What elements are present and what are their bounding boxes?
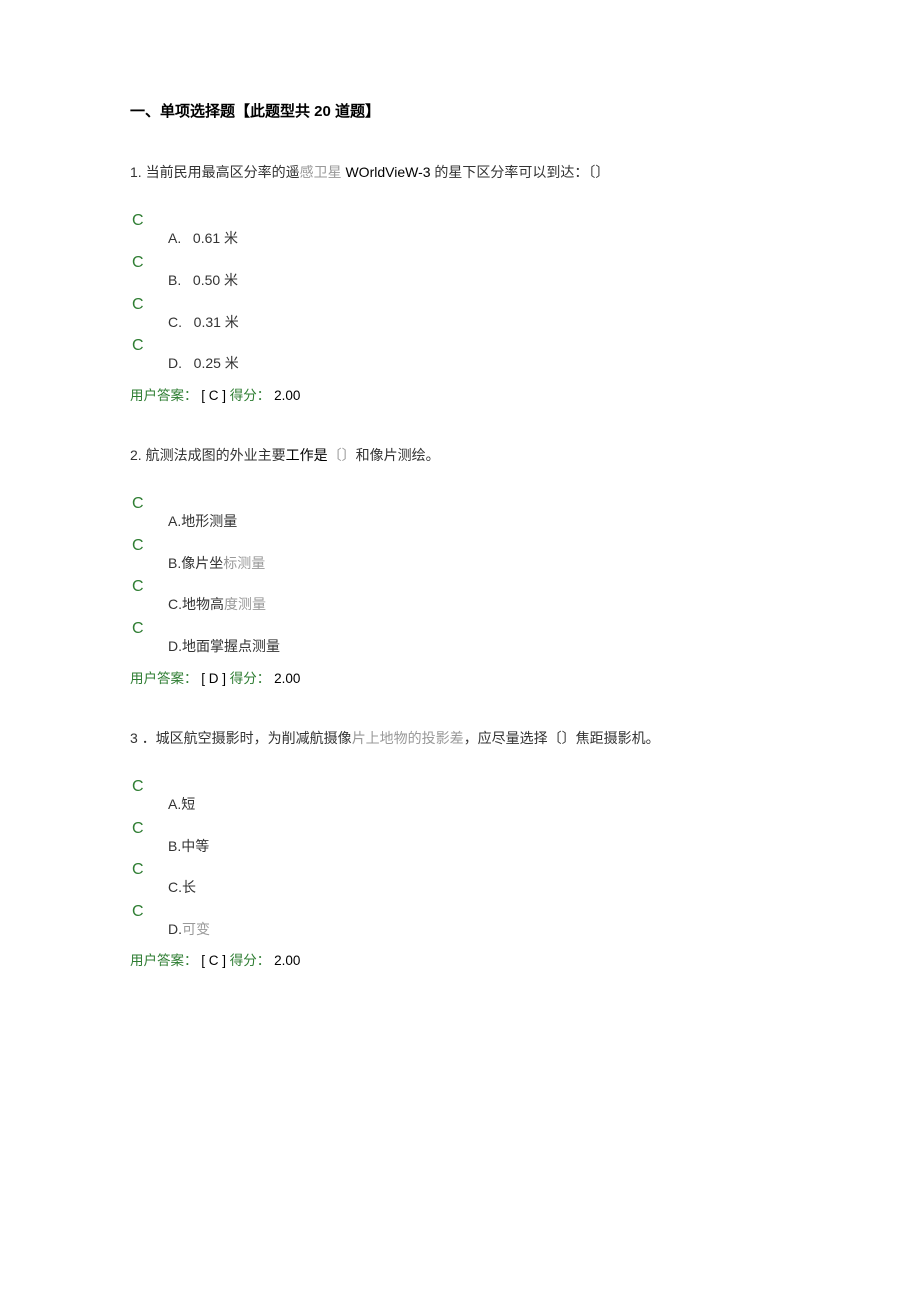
question-block: 2. 航测法成图的外业主要工作是〔〕和像片测绘。 C A.地形测量 C B.像片… bbox=[130, 444, 790, 687]
option-text: C. 0.31 米 bbox=[162, 295, 239, 333]
answer-label: 用户答案： bbox=[130, 953, 198, 968]
answer-value: [ C ] bbox=[201, 953, 226, 968]
question-number: 3 bbox=[130, 730, 138, 746]
option-text: C.长 bbox=[162, 860, 196, 898]
score-value: 2.00 bbox=[274, 388, 300, 403]
answer-value: [ D ] bbox=[201, 671, 226, 686]
stem-muted: 片上地物的投 bbox=[352, 730, 436, 746]
score-label: 得分： bbox=[230, 388, 271, 403]
stem-link: WOrldVieW-3 bbox=[342, 164, 435, 180]
radio-marker[interactable]: C bbox=[132, 577, 162, 596]
question-block: 3 ．城区航空摄影时，为削减航摄像片上地物的投影差，应尽量选择〔〕焦距摄影机。 … bbox=[130, 727, 790, 970]
radio-marker[interactable]: C bbox=[132, 494, 162, 513]
stem-text: ．城区航空摄影时，为削减航摄像 bbox=[142, 730, 352, 746]
question-stem: 1. 当前民用最高区分率的遥感卫星 WOrldVieW-3 的星下区分率可以到达… bbox=[130, 161, 790, 183]
radio-marker[interactable]: C bbox=[132, 211, 162, 230]
question-block: 1. 当前民用最高区分率的遥感卫星 WOrldVieW-3 的星下区分率可以到达… bbox=[130, 161, 790, 404]
option-text: A. 0.61 米 bbox=[162, 211, 238, 249]
stem-muted2: 影差 bbox=[436, 730, 464, 746]
stem-post: ，应尽量选择〔〕焦距摄影机。 bbox=[464, 730, 660, 746]
option-row: C A. 0.61 米 bbox=[132, 211, 790, 249]
score-value: 2.00 bbox=[274, 671, 300, 686]
radio-marker[interactable]: C bbox=[132, 619, 162, 638]
stem-muted: 〔〕 bbox=[328, 447, 356, 463]
section-title: 一、单项选择题【此题型共 20 道题】 bbox=[130, 100, 790, 121]
stem-text: 当前民用最高区分率的遥 bbox=[146, 164, 300, 180]
question-number: 2. bbox=[130, 447, 142, 463]
stem-muted: 感卫星 bbox=[300, 164, 342, 180]
option-row: C B. 0.50 米 bbox=[132, 253, 790, 291]
answer-value: [ C ] bbox=[201, 388, 226, 403]
radio-marker[interactable]: C bbox=[132, 902, 162, 921]
radio-marker[interactable]: C bbox=[132, 295, 162, 314]
option-row: C D. 0.25 米 bbox=[132, 336, 790, 374]
option-row: C B.像片坐标测量 bbox=[132, 536, 790, 574]
radio-marker[interactable]: C bbox=[132, 536, 162, 555]
answer-line: 用户答案： [ D ] 得分： 2.00 bbox=[130, 667, 790, 687]
option-row: C C.地物高度测量 bbox=[132, 577, 790, 615]
stem-text: 航测法成图的外业主要 bbox=[146, 447, 286, 463]
option-text: C.地物高度测量 bbox=[162, 577, 266, 615]
answer-line: 用户答案： [ C ] 得分： 2.00 bbox=[130, 384, 790, 404]
option-row: C C.长 bbox=[132, 860, 790, 898]
option-row: C C. 0.31 米 bbox=[132, 295, 790, 333]
radio-marker[interactable]: C bbox=[132, 336, 162, 355]
option-text: B. 0.50 米 bbox=[162, 253, 238, 291]
stem-post: 和像片测绘。 bbox=[356, 447, 440, 463]
stem-post: 的星下区分率可以到达：〔〕 bbox=[434, 164, 609, 180]
option-text: B.像片坐标测量 bbox=[162, 536, 265, 574]
radio-marker[interactable]: C bbox=[132, 777, 162, 796]
option-row: C D.可变 bbox=[132, 902, 790, 940]
score-value: 2.00 bbox=[274, 953, 300, 968]
option-text: D. 0.25 米 bbox=[162, 336, 239, 374]
answer-label: 用户答案： bbox=[130, 671, 198, 686]
question-number: 1. bbox=[130, 164, 142, 180]
radio-marker[interactable]: C bbox=[132, 253, 162, 272]
score-label: 得分： bbox=[230, 953, 271, 968]
score-label: 得分： bbox=[230, 671, 271, 686]
option-row: C D.地面掌握点测量 bbox=[132, 619, 790, 657]
answer-line: 用户答案： [ C ] 得分： 2.00 bbox=[130, 949, 790, 969]
option-row: C B.中等 bbox=[132, 819, 790, 857]
answer-label: 用户答案： bbox=[130, 388, 198, 403]
stem-dark: 工作是 bbox=[286, 447, 328, 463]
option-text: A.地形测量 bbox=[162, 494, 237, 532]
question-stem: 3 ．城区航空摄影时，为削减航摄像片上地物的投影差，应尽量选择〔〕焦距摄影机。 bbox=[130, 727, 790, 749]
question-stem: 2. 航测法成图的外业主要工作是〔〕和像片测绘。 bbox=[130, 444, 790, 466]
option-text: B.中等 bbox=[162, 819, 209, 857]
option-text: D.地面掌握点测量 bbox=[162, 619, 280, 657]
option-row: C A.短 bbox=[132, 777, 790, 815]
radio-marker[interactable]: C bbox=[132, 860, 162, 879]
option-text: A.短 bbox=[162, 777, 195, 815]
radio-marker[interactable]: C bbox=[132, 819, 162, 838]
option-row: C A.地形测量 bbox=[132, 494, 790, 532]
option-text: D.可变 bbox=[162, 902, 210, 940]
